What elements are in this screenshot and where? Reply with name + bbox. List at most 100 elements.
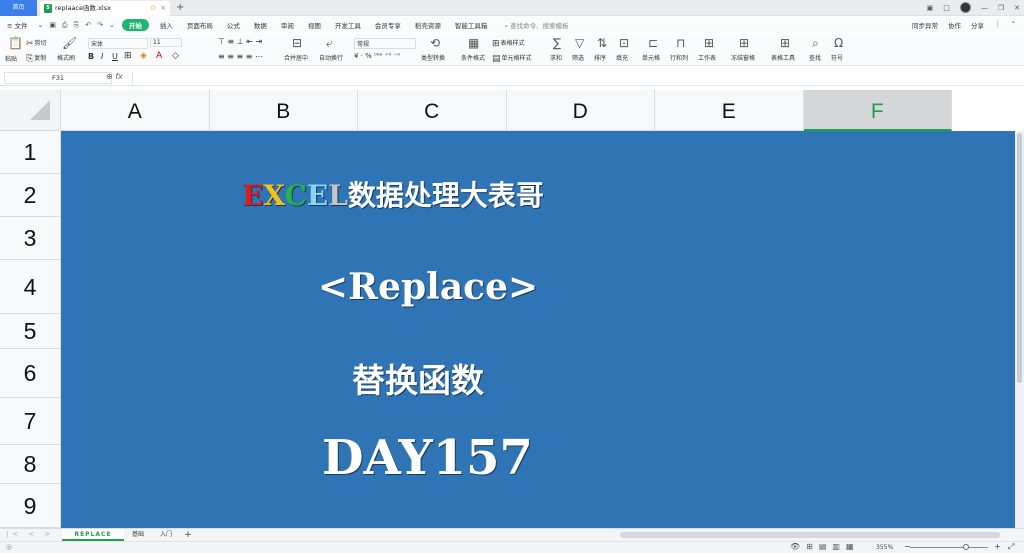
font-name-select[interactable]: 宋体: [88, 38, 148, 49]
command-search[interactable]: ⌕ 查找命令、搜索模板: [504, 20, 568, 31]
paste-label[interactable]: 粘贴: [5, 54, 17, 63]
close-tab-icon[interactable]: ×: [160, 1, 166, 16]
home-tab[interactable]: 首页: [0, 0, 37, 16]
worksheet-icon[interactable]: ⊞: [704, 36, 714, 50]
number-format-select[interactable]: 常规: [354, 38, 416, 49]
zoom-slider[interactable]: [910, 544, 988, 550]
more-icon[interactable]: ⌄: [106, 21, 118, 29]
format-painter-label[interactable]: 格式刷: [57, 53, 75, 62]
column-header-a[interactable]: A: [61, 90, 210, 131]
page-layout-view-icon[interactable]: ▤: [819, 542, 827, 551]
conditional-label[interactable]: 条件格式: [461, 53, 485, 62]
sum-icon[interactable]: ∑: [553, 36, 561, 50]
fill-icon[interactable]: ⊡: [619, 36, 629, 50]
fill-color-icon[interactable]: ◈: [140, 51, 147, 61]
sort-icon[interactable]: ⇅: [597, 36, 607, 50]
sort-label[interactable]: 排序: [594, 53, 606, 62]
table-tools-icon[interactable]: ⊞: [780, 36, 790, 50]
cell-icon[interactable]: ⊏: [648, 36, 658, 50]
fit-screen-icon[interactable]: ⤢: [1008, 542, 1014, 552]
layout-icon[interactable]: ▣: [927, 4, 934, 12]
align-top-icon[interactable]: ⊤ ≡ ⊥ ⇤ ⇥: [218, 37, 262, 46]
tab-member[interactable]: 会员专享: [368, 20, 408, 30]
tab-data[interactable]: 数据: [247, 20, 274, 30]
eye-protection-icon[interactable]: 👁: [790, 542, 800, 551]
name-box[interactable]: F31: [4, 72, 112, 84]
freeze-panes-icon[interactable]: ⊞: [739, 36, 749, 50]
row-col-label[interactable]: 行和列: [670, 53, 688, 62]
settings-icon[interactable]: □: [943, 4, 950, 12]
row-header-1[interactable]: 1: [0, 131, 61, 174]
fill-label[interactable]: 填充: [616, 53, 628, 62]
document-tab[interactable]: S replaace函数.xlsx ⊙ ×: [40, 1, 170, 16]
column-header-b[interactable]: B: [209, 90, 358, 131]
copy-button[interactable]: ⎘复制: [26, 53, 46, 64]
cut-button[interactable]: ✂剪切: [26, 38, 47, 49]
find-label[interactable]: 查找: [809, 53, 821, 62]
tab-developer[interactable]: 开发工具: [328, 20, 368, 30]
cell-style-button[interactable]: ▤单元格样式: [492, 53, 532, 64]
minimize-icon[interactable]: —: [981, 4, 988, 12]
horizontal-scroll-thumb[interactable]: [620, 532, 1000, 538]
wrap-text-icon[interactable]: ⤶: [326, 36, 333, 51]
zoom-slider-knob[interactable]: [963, 544, 970, 550]
row-header-7[interactable]: 7: [0, 398, 61, 445]
italic-button[interactable]: I: [101, 52, 103, 61]
tab-page-layout[interactable]: 页面布局: [180, 20, 220, 30]
symbol-icon[interactable]: Ω: [834, 36, 843, 50]
font-color-icon[interactable]: A: [156, 51, 162, 61]
function-icon[interactable]: fx: [115, 72, 123, 81]
close-window-icon[interactable]: ✕: [1014, 4, 1020, 12]
type-convert-label[interactable]: 类型转换: [421, 53, 445, 62]
row-header-3[interactable]: 3: [0, 217, 61, 260]
collaborate-button[interactable]: 协作: [948, 20, 961, 30]
border-icon[interactable]: ⊞: [124, 51, 132, 61]
formula-input[interactable]: [132, 72, 1018, 84]
zoom-level[interactable]: 355%: [876, 544, 893, 551]
more-options-icon[interactable]: ⋮: [994, 20, 1001, 30]
row-header-9[interactable]: 9: [0, 484, 61, 528]
tab-view[interactable]: 视图: [301, 20, 328, 30]
row-header-8[interactable]: 8: [0, 445, 61, 484]
find-icon[interactable]: ⌕: [812, 36, 819, 51]
symbol-label[interactable]: 符号: [831, 53, 843, 62]
redo-icon[interactable]: ↷: [94, 21, 106, 29]
font-size-select[interactable]: 11: [150, 38, 182, 47]
filter-label[interactable]: 筛选: [572, 53, 584, 62]
sheet-tab-intro[interactable]: 入门: [154, 529, 178, 541]
zoom-in-button[interactable]: +: [994, 542, 1001, 551]
tab-smart-tools[interactable]: 智能工具箱: [448, 20, 495, 30]
column-header-f[interactable]: F: [803, 90, 952, 131]
wrap-label[interactable]: 自动换行: [319, 53, 343, 62]
bold-button[interactable]: B: [88, 52, 94, 61]
row-header-2[interactable]: 2: [0, 174, 61, 217]
horizontal-scrollbar[interactable]: [600, 532, 1020, 538]
freeze-label[interactable]: 冻结窗格: [731, 53, 755, 62]
add-sheet-button[interactable]: +: [182, 529, 194, 541]
column-header-e[interactable]: E: [655, 90, 804, 131]
print-icon[interactable]: ⎙: [59, 21, 71, 30]
sum-label[interactable]: 求和: [550, 53, 562, 62]
reading-view-icon[interactable]: ▦: [846, 542, 854, 551]
table-style-button[interactable]: ⊞表格样式: [492, 38, 525, 49]
clear-format-icon[interactable]: ◇: [172, 51, 179, 61]
column-header-d[interactable]: D: [506, 90, 655, 131]
macro-record-icon[interactable]: ◎: [6, 543, 12, 551]
share-button[interactable]: 分享: [971, 20, 984, 30]
file-menu[interactable]: ≡ 文件: [0, 20, 35, 30]
save-icon[interactable]: ▣: [46, 21, 59, 29]
vertical-scroll-thumb[interactable]: [1017, 133, 1022, 383]
tab-formulas[interactable]: 公式: [220, 20, 247, 30]
sheet-tab-replace[interactable]: REPLACE: [62, 529, 124, 541]
conditional-format-icon[interactable]: ▦: [468, 36, 479, 50]
merge-label[interactable]: 合并居中: [284, 53, 308, 62]
sheet-tab-basic[interactable]: 基础: [126, 529, 150, 541]
paste-icon[interactable]: 📋: [8, 36, 23, 50]
restore-icon[interactable]: ❐: [998, 4, 1004, 12]
row-header-4[interactable]: 4: [0, 260, 61, 314]
align-left-icon[interactable]: ≡ ≡ ≡ ≡ ⋯: [218, 52, 263, 61]
worksheet-label[interactable]: 工作表: [698, 53, 716, 62]
row-header-6[interactable]: 6: [0, 349, 61, 398]
cell-label[interactable]: 单元格: [642, 53, 660, 62]
tab-start[interactable]: 开始: [121, 19, 149, 31]
